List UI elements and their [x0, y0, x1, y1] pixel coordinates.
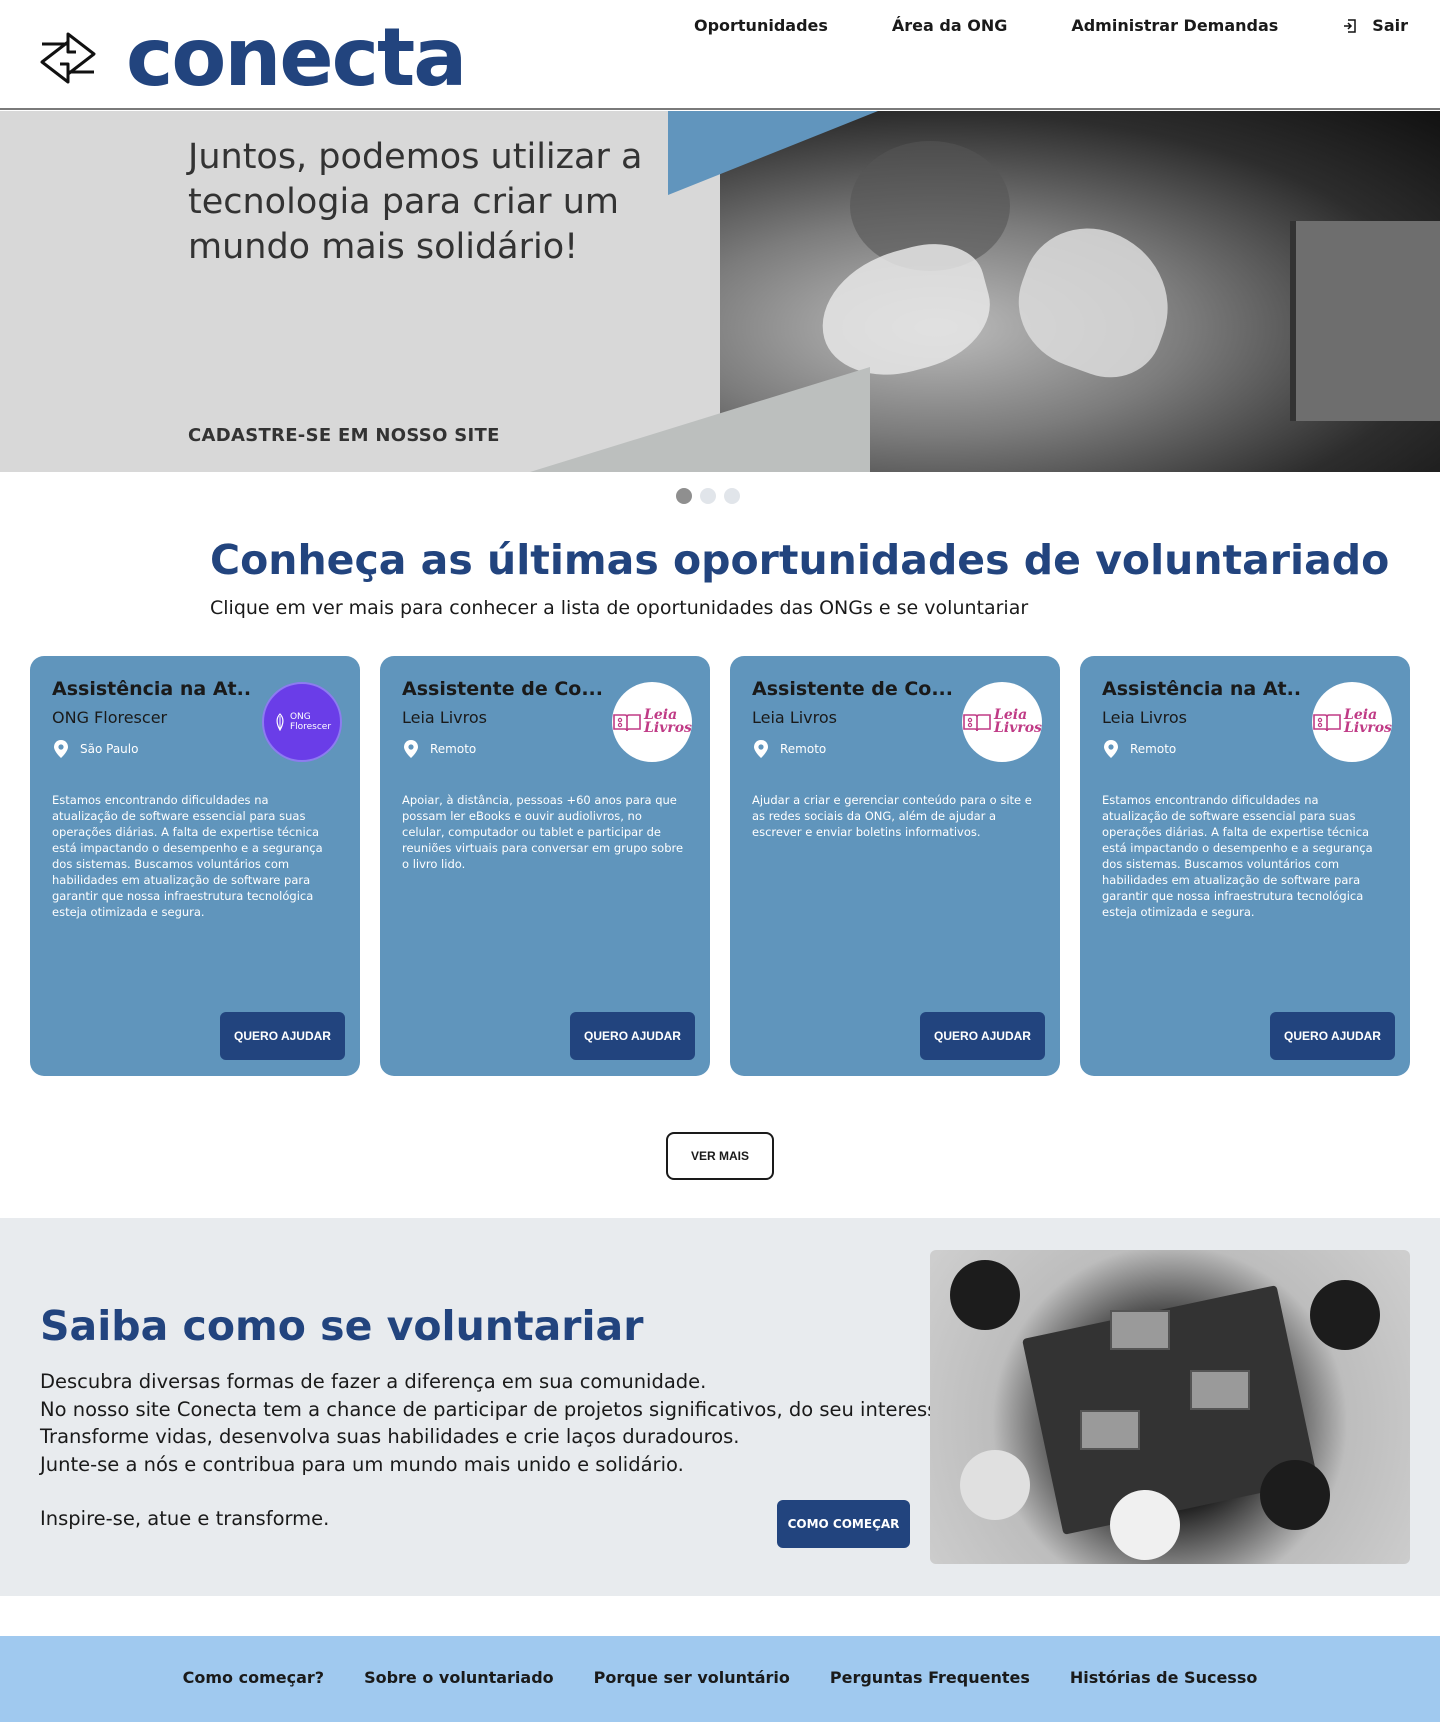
card-location-label: Remoto: [430, 742, 477, 756]
location-pin-icon: [404, 740, 418, 758]
site-header: conecta Oportunidades Área da ONG Admini…: [0, 0, 1440, 110]
card-title: Assistente de Co...: [402, 678, 602, 700]
opportunity-card: Assistência na At... ONG Florescer São P…: [30, 656, 360, 1076]
photo-person: [1260, 1460, 1330, 1530]
opportunities-title: Conheça as últimas oportunidades de volu…: [210, 536, 1390, 584]
footer-link-sobre[interactable]: Sobre o voluntariado: [364, 1668, 554, 1687]
hero-title: Juntos, podemos utilizar a tecnologia pa…: [188, 137, 643, 267]
main-nav: Oportunidades Área da ONG Administrar De…: [694, 16, 1408, 35]
leia-logo-line: Livros: [994, 720, 1042, 736]
how-to-volunteer-line: Transforme vidas, desenvolva suas habili…: [40, 1425, 740, 1448]
org-logo: ONG Florescer: [262, 682, 342, 762]
leia-livros-logo: Leia Livros: [1312, 708, 1392, 736]
photo-laptop: [1110, 1310, 1170, 1350]
leia-logo-line: Livros: [1344, 720, 1392, 736]
ver-mais-button[interactable]: VER MAIS: [666, 1132, 774, 1180]
opportunities-subtitle: Clique em ver mais para conhecer a lista…: [210, 597, 1029, 619]
location-pin-icon: [1104, 740, 1118, 758]
footer-nav: Como começar? Sobre o voluntariado Porqu…: [0, 1668, 1440, 1687]
photo-person: [950, 1260, 1020, 1330]
card-org: Leia Livros: [402, 708, 487, 727]
team-meeting-photo: [930, 1250, 1410, 1564]
footer-link-historias[interactable]: Histórias de Sucesso: [1070, 1668, 1257, 1687]
how-to-volunteer-line: Junte-se a nós e contribua para um mundo…: [40, 1452, 684, 1476]
card-location: São Paulo: [52, 739, 138, 759]
card-org: Leia Livros: [1102, 708, 1187, 727]
org-logo: Leia Livros: [1312, 682, 1392, 762]
logo[interactable]: conecta: [32, 11, 467, 104]
hero-photo-hand: [1000, 209, 1190, 393]
location-pin-icon: [754, 740, 768, 758]
how-to-volunteer-title: Saiba como se voluntariar: [40, 1302, 644, 1350]
photo-laptop: [1080, 1410, 1140, 1450]
book-icon: [963, 714, 991, 732]
quero-ajudar-button[interactable]: QUERO AJUDAR: [570, 1012, 695, 1060]
logo-wordmark: conecta: [126, 11, 467, 104]
como-comecar-button[interactable]: COMO COMEÇAR: [777, 1500, 910, 1548]
nav-area-da-ong[interactable]: Área da ONG: [892, 16, 1007, 35]
logout-link[interactable]: Sair: [1342, 16, 1408, 35]
card-title: Assistência na At...: [1102, 678, 1302, 700]
carousel-dot[interactable]: [676, 488, 692, 504]
footer-link-porque[interactable]: Porque ser voluntário: [594, 1668, 790, 1687]
card-description: Estamos encontrando dificuldades na atua…: [52, 793, 323, 919]
opportunity-cards: Assistência na At... ONG Florescer São P…: [30, 656, 1410, 1076]
how-to-volunteer-section: Saiba como se voluntariar Descubra diver…: [0, 1218, 1440, 1596]
card-description: Apoiar, à distância, pessoas +60 anos pa…: [402, 793, 684, 871]
quero-ajudar-button[interactable]: QUERO AJUDAR: [920, 1012, 1045, 1060]
card-title: Assistente de Co...: [752, 678, 952, 700]
hero-banner: Juntos, podemos utilizar a tecnologia pa…: [0, 111, 1440, 472]
site-footer: Como começar? Sobre o voluntariado Porqu…: [0, 1636, 1440, 1722]
hero-accent-triangle: [530, 367, 870, 472]
nav-administrar-demandas[interactable]: Administrar Demandas: [1071, 16, 1278, 35]
hero-cta-link[interactable]: CADASTRE-SE EM NOSSO SITE: [188, 425, 500, 446]
book-icon: [613, 714, 641, 732]
carousel-dot[interactable]: [700, 488, 716, 504]
florescer-logo-line: ONG: [289, 712, 311, 722]
card-description: Estamos encontrando dificuldades na atua…: [1102, 793, 1373, 919]
card-location-label: Remoto: [1130, 742, 1177, 756]
card-title: Assistência na At...: [52, 678, 252, 700]
card-org: ONG Florescer: [52, 708, 168, 727]
how-to-volunteer-line: No nosso site Conecta tem a chance de pa…: [40, 1397, 956, 1421]
book-icon: [1313, 714, 1341, 732]
carousel-dot[interactable]: [724, 488, 740, 504]
opportunity-card: Assistente de Co... Leia Livros Remoto L…: [730, 656, 1060, 1076]
card-location-label: Remoto: [780, 742, 827, 756]
opportunity-card: Assistente de Co... Leia Livros Remoto L…: [380, 656, 710, 1076]
leia-livros-logo: Leia Livros: [962, 708, 1042, 736]
photo-laptop: [1190, 1370, 1250, 1410]
leaf-icon: [276, 713, 284, 731]
footer-link-faq[interactable]: Perguntas Frequentes: [830, 1668, 1030, 1687]
card-location: Remoto: [752, 739, 826, 759]
hero-accent-triangle: [668, 111, 878, 195]
org-logo: Leia Livros: [612, 682, 692, 762]
quero-ajudar-button[interactable]: QUERO AJUDAR: [220, 1012, 345, 1060]
card-description: Ajudar a criar e gerenciar conteúdo para…: [752, 793, 1032, 839]
leia-livros-logo: Leia Livros: [612, 708, 692, 736]
photo-person: [960, 1450, 1030, 1520]
carousel-dots: [676, 488, 748, 504]
card-org: Leia Livros: [752, 708, 837, 727]
photo-person: [1110, 1490, 1180, 1560]
how-to-volunteer-line: Descubra diversas formas de fazer a dife…: [40, 1370, 707, 1393]
logout-icon: [1344, 18, 1357, 33]
leia-logo-line: Livros: [644, 720, 692, 736]
quero-ajudar-button[interactable]: QUERO AJUDAR: [1270, 1012, 1395, 1060]
card-location: Remoto: [1102, 739, 1176, 759]
florescer-logo: ONG Florescer: [273, 712, 331, 732]
hero-photo-laptop: [1290, 221, 1440, 421]
photo-person: [1310, 1280, 1380, 1350]
nav-oportunidades[interactable]: Oportunidades: [694, 16, 828, 35]
card-location-label: São Paulo: [80, 742, 139, 756]
arrows-logo-icon: [40, 32, 96, 84]
florescer-logo-line: Florescer: [289, 722, 332, 732]
opportunity-card: Assistência na At... Leia Livros Remoto …: [1080, 656, 1410, 1076]
footer-link-como-comecar[interactable]: Como começar?: [183, 1668, 324, 1687]
org-logo: Leia Livros: [962, 682, 1042, 762]
card-location: Remoto: [402, 739, 476, 759]
logout-label: Sair: [1372, 16, 1408, 35]
location-pin-icon: [54, 740, 68, 758]
